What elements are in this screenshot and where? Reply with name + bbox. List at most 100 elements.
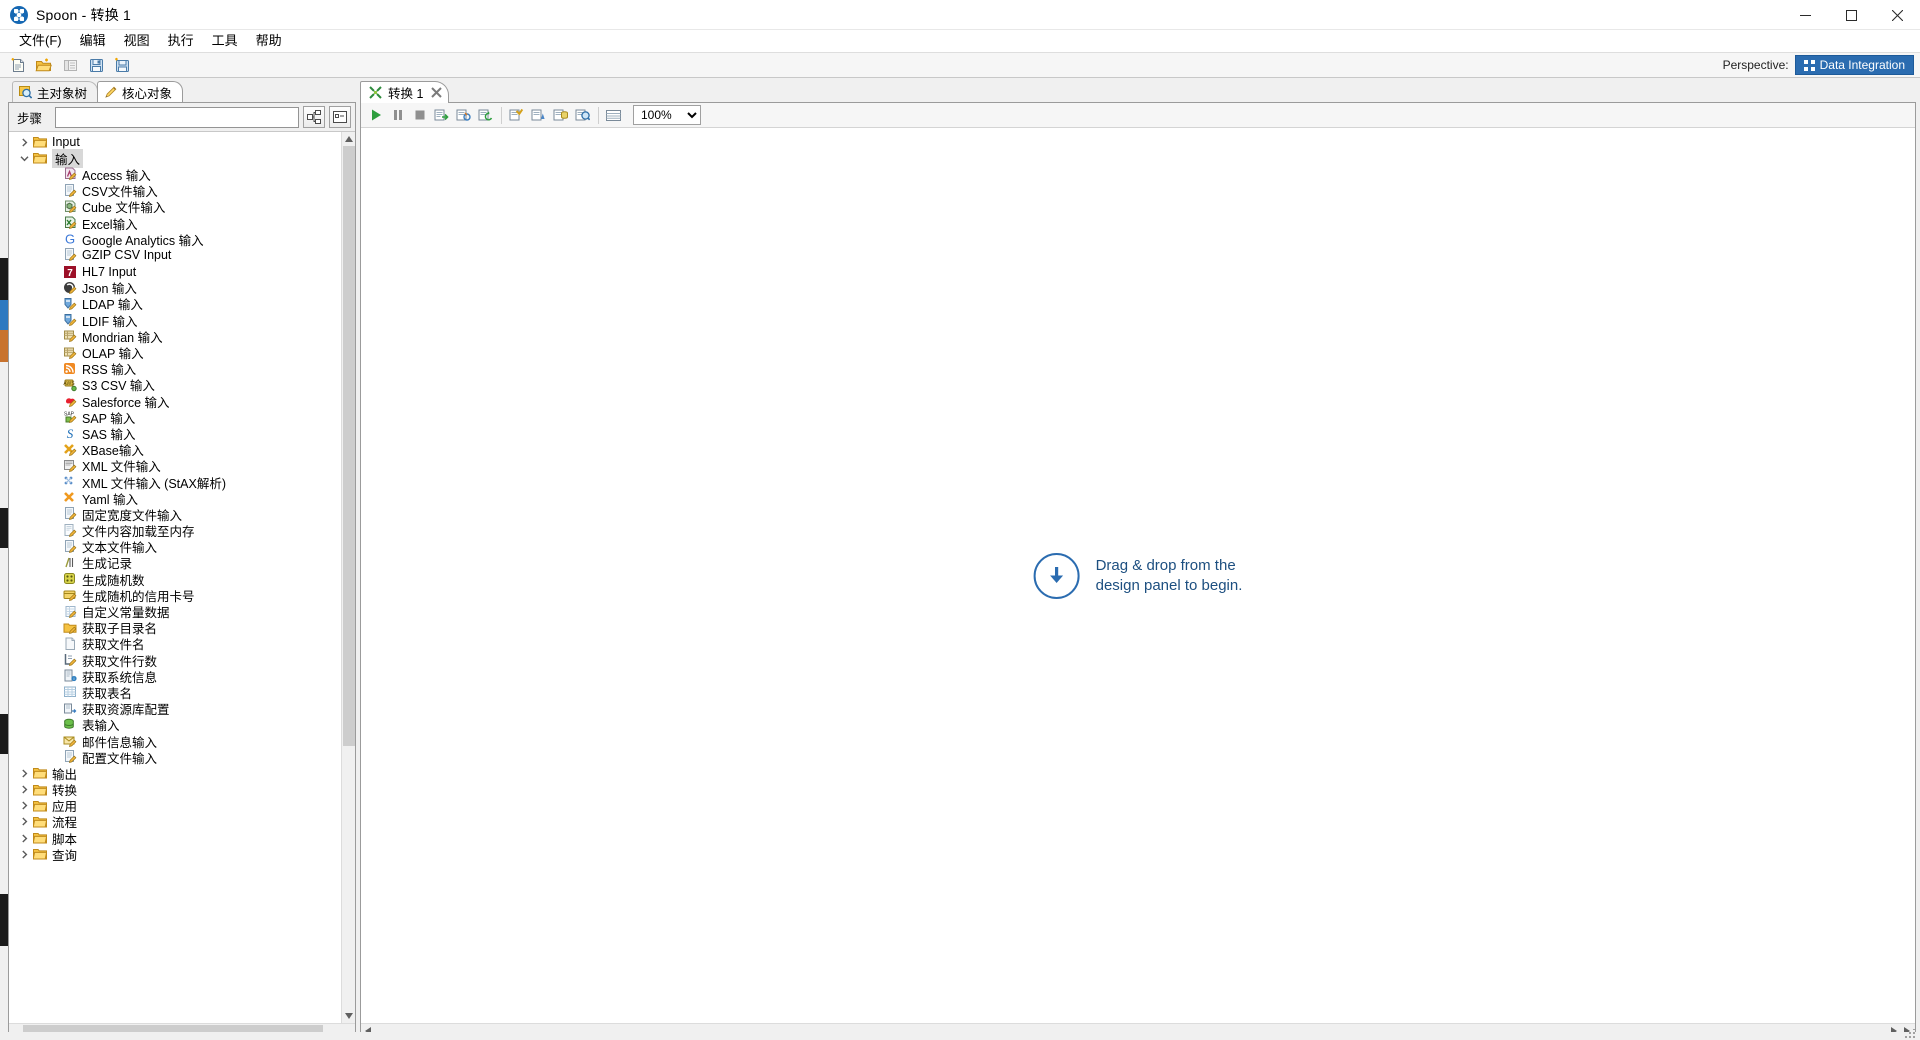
tree-step-row[interactable]: 配置文件输入: [9, 749, 341, 766]
tree-step-row[interactable]: 获取文件行数: [9, 652, 341, 669]
verify-button[interactable]: [506, 105, 527, 126]
tree-step-row[interactable]: 自定义常量数据: [9, 603, 341, 620]
menu-view[interactable]: 视图: [115, 31, 159, 51]
minimize-button[interactable]: [1782, 0, 1828, 30]
perspective-data-integration-button[interactable]: Data Integration: [1794, 55, 1914, 75]
grid-button[interactable]: [603, 105, 624, 126]
tree-step-row[interactable]: 固定宽度文件输入: [9, 506, 341, 523]
menu-help[interactable]: 帮助: [247, 31, 291, 51]
pencil-icon: [104, 86, 117, 99]
menu-run[interactable]: 执行: [159, 31, 203, 51]
tree-step-row[interactable]: i 获取系统信息: [9, 668, 341, 685]
replay-button[interactable]: [475, 105, 496, 126]
menu-edit[interactable]: 编辑: [71, 31, 115, 51]
tree-step-row[interactable]: S SAS 输入: [9, 425, 341, 442]
stop-button[interactable]: [409, 105, 430, 126]
tree-step-row[interactable]: Excel输入: [9, 215, 341, 232]
tree-category-row[interactable]: 输入: [9, 148, 341, 168]
show-last-results-button[interactable]: [572, 105, 593, 126]
tab-transformation-1[interactable]: 转换 1: [360, 81, 450, 103]
chevron-right-icon[interactable]: [17, 815, 31, 829]
tree-step-row[interactable]: OLAP 输入: [9, 344, 341, 361]
tree-step-row[interactable]: 获取资源库配置: [9, 701, 341, 717]
close-tab-icon[interactable]: [431, 87, 443, 98]
tree-category-row[interactable]: 应用: [9, 798, 341, 814]
tree-step-row[interactable]: RSS 输入: [9, 361, 341, 377]
pause-button[interactable]: [387, 105, 408, 126]
tree-step-row[interactable]: SAP SAP 输入: [9, 409, 341, 426]
scroll-down-arrow-icon[interactable]: [342, 1009, 355, 1023]
tree-step-row[interactable]: 7 HL7 Input: [9, 264, 341, 280]
tree-step-row[interactable]: AWS S3 CSV 输入: [9, 377, 341, 393]
tree-step-row[interactable]: LDIF 输入: [9, 312, 341, 329]
close-button[interactable]: [1874, 0, 1920, 30]
salesforce-input-icon: [61, 394, 79, 408]
tree-step-row[interactable]: G Google Analytics 输入: [9, 231, 341, 248]
steps-tree[interactable]: Input 输入 Access 输入 CSV文件输入 Cube 文件输入 Excel输入 G…: [9, 132, 341, 1023]
tree-step-row[interactable]: CSV文件输入: [9, 183, 341, 199]
mail-input-icon: [61, 734, 79, 748]
tree-category-row[interactable]: 输出: [9, 765, 341, 782]
tree-step-row[interactable]: XBase输入: [9, 442, 341, 458]
tree-category-row[interactable]: 脚本: [9, 830, 341, 847]
tree-step-row[interactable]: Cube 文件输入: [9, 199, 341, 215]
zoom-select[interactable]: 1000%800%400%200%150%100%75%50%25%: [633, 105, 701, 125]
tree-category-row[interactable]: 查询: [9, 846, 341, 863]
maximize-button[interactable]: [1828, 0, 1874, 30]
tree-step-row[interactable]: XML 文件输入 (StAX解析): [9, 474, 341, 491]
tab-main-object-tree[interactable]: 主对象树: [12, 81, 99, 102]
tree-step-row[interactable]: 生成记录: [9, 555, 341, 571]
scrollbar-thumb[interactable]: [343, 146, 355, 746]
tree-step-row[interactable]: LDAP 输入: [9, 296, 341, 312]
tree-step-row[interactable]: 获取子目录名: [9, 620, 341, 636]
resize-grip[interactable]: [1904, 1029, 1918, 1039]
impact-analysis-button[interactable]: [528, 105, 549, 126]
open-folder-button[interactable]: [32, 54, 56, 76]
tree-step-row[interactable]: 邮件信息输入: [9, 733, 341, 750]
tree-category-row[interactable]: 转换: [9, 782, 341, 798]
folder-icon: [31, 831, 49, 845]
collapse-all-button[interactable]: [329, 106, 351, 128]
chevron-right-icon[interactable]: [17, 847, 31, 861]
scroll-up-arrow-icon[interactable]: [342, 132, 355, 146]
sql-button[interactable]: [550, 105, 571, 126]
step-search-input[interactable]: [55, 106, 299, 128]
table-input-icon: [61, 718, 79, 732]
tree-step-row[interactable]: Json 输入: [9, 280, 341, 296]
tab-core-objects[interactable]: 核心对象: [97, 81, 184, 102]
tree-step-row[interactable]: Yaml 输入: [9, 490, 341, 507]
perspective-switcher: Perspective: Data Integration: [1723, 55, 1914, 75]
explore-repository-button[interactable]: [58, 54, 82, 76]
menu-tools[interactable]: 工具: [203, 31, 247, 51]
tree-step-row[interactable]: Salesforce 输入: [9, 393, 341, 410]
chevron-down-icon[interactable]: [17, 151, 31, 165]
new-file-button[interactable]: [6, 54, 30, 76]
tree-step-row[interactable]: GZIP CSV Input: [9, 247, 341, 263]
save-as-button[interactable]: [110, 54, 134, 76]
steps-tree-vertical-scrollbar[interactable]: [341, 132, 355, 1023]
tree-category-row[interactable]: Input: [9, 134, 341, 150]
run-button[interactable]: [365, 105, 386, 126]
preview-button[interactable]: [431, 105, 452, 126]
expand-all-button[interactable]: [303, 106, 325, 128]
transformation-canvas[interactable]: Drag & drop from the design panel to beg…: [361, 128, 1915, 1023]
tree-step-row[interactable]: 文件内容加载至内存: [9, 523, 341, 539]
chevron-right-icon[interactable]: [17, 135, 31, 149]
tree-category-row[interactable]: 流程: [9, 814, 341, 830]
tree-step-row[interactable]: 生成随机的信用卡号: [9, 587, 341, 604]
tree-step-row[interactable]: Access 输入: [9, 166, 341, 183]
tree-step-row[interactable]: XML 文件输入: [9, 458, 341, 474]
tree-step-row[interactable]: Mondrian 输入: [9, 328, 341, 345]
chevron-right-icon[interactable]: [17, 766, 31, 780]
tree-step-row[interactable]: 文本文件输入: [9, 539, 341, 555]
save-button[interactable]: [84, 54, 108, 76]
tree-step-row[interactable]: 生成随机数: [9, 571, 341, 588]
tree-step-row[interactable]: 获取文件名: [9, 636, 341, 652]
debug-button[interactable]: [453, 105, 474, 126]
tree-step-row[interactable]: 获取表名: [9, 684, 341, 701]
chevron-right-icon[interactable]: [17, 783, 31, 797]
tree-step-row[interactable]: 表输入: [9, 717, 341, 733]
chevron-right-icon[interactable]: [17, 799, 31, 813]
menu-file[interactable]: 文件(F): [10, 31, 71, 51]
chevron-right-icon[interactable]: [17, 831, 31, 845]
